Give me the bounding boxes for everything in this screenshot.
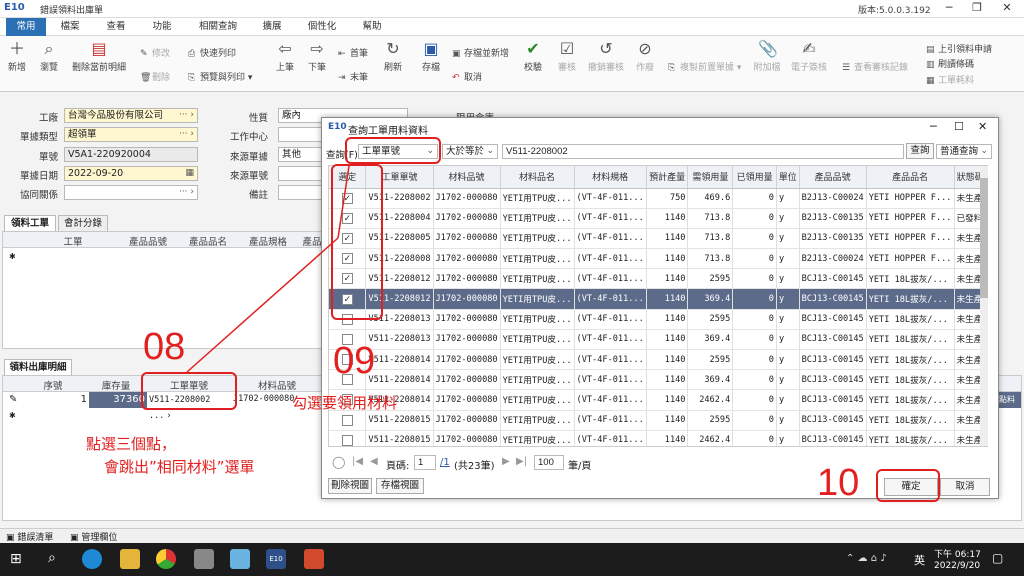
windows-start-icon[interactable]: ⊞ (10, 551, 22, 567)
e10-taskbar-icon[interactable]: E10 (266, 549, 286, 569)
powerpoint-icon[interactable] (304, 549, 324, 569)
ime-lang[interactable]: 英 (914, 552, 925, 568)
clock-date[interactable]: 2022/9/20 (934, 561, 980, 571)
step-08-label: 08 (143, 326, 186, 368)
annotation-arrow (186, 165, 350, 373)
search-icon[interactable]: ⌕ (48, 550, 56, 566)
calculator-icon[interactable] (194, 549, 214, 569)
notification-icon[interactable]: ▢ (992, 551, 1003, 565)
pick-material-note: 勾選要領用材料 (292, 394, 398, 412)
taskbar: ⊞ ⌕ E10 ⌃ ☁ ⌂ ♪ 英 下午 06:17 2022/9/20 ▢ (0, 543, 1024, 576)
instruction-line2: 會跳出”相同材料”選單 (104, 458, 255, 476)
file-explorer-icon[interactable] (120, 549, 140, 569)
tray-icons[interactable]: ⌃ ☁ ⌂ ♪ (846, 553, 887, 564)
step-10-label: 10 (817, 462, 860, 504)
clock-time[interactable]: 下午 06:17 (934, 547, 981, 560)
edge-icon[interactable] (82, 549, 102, 569)
chrome-icon[interactable] (156, 549, 176, 569)
step-09-label: 09 (333, 340, 376, 382)
instruction-line1: 點選三個點， (86, 435, 177, 453)
app-icon[interactable] (230, 549, 250, 569)
